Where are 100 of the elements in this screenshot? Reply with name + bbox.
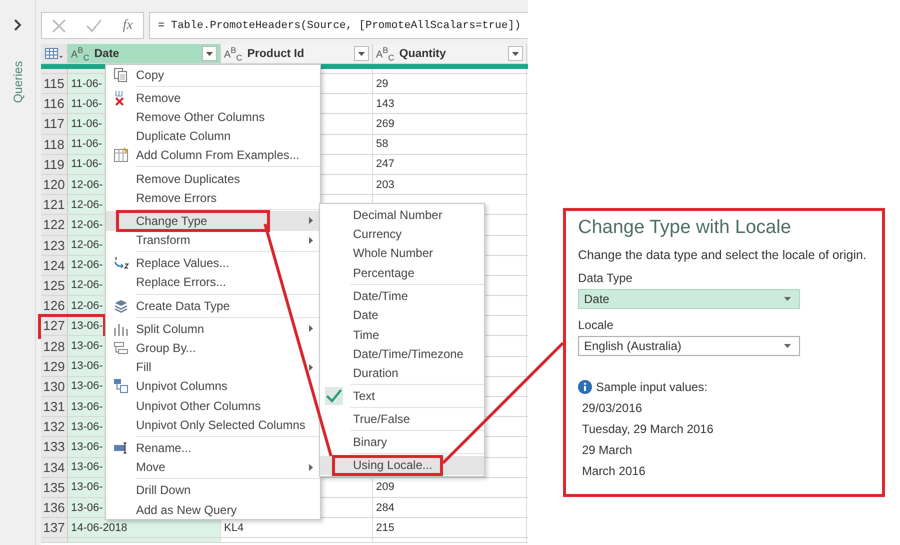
group-icon bbox=[113, 340, 129, 356]
caret-icon bbox=[784, 344, 791, 348]
dialog-description: Change the data type and select the locale of origin. bbox=[578, 248, 868, 262]
info-icon bbox=[578, 380, 592, 394]
caret-icon bbox=[206, 52, 213, 56]
menu-item[interactable]: Copy bbox=[106, 65, 320, 84]
sample-value: March 2016 bbox=[581, 464, 646, 478]
filter-button[interactable] bbox=[202, 46, 217, 61]
table-cell: 11-06- bbox=[71, 138, 102, 150]
menu-item[interactable]: True/False bbox=[320, 410, 484, 430]
function-button[interactable]: fx bbox=[122, 18, 133, 34]
sample-value: Tuesday, 29 March 2016 bbox=[581, 422, 714, 436]
menu-item[interactable]: Remove Duplicates bbox=[106, 168, 320, 188]
table-cell: 12-06- bbox=[71, 300, 103, 312]
menu-item[interactable]: Split Column bbox=[106, 319, 320, 338]
menu-item[interactable]: Percentage bbox=[320, 263, 484, 283]
row-number: 137 bbox=[41, 518, 68, 538]
menu-item[interactable]: Duplicate Column bbox=[106, 126, 320, 146]
table-cell: 209 bbox=[376, 481, 394, 494]
menu-item[interactable]: Currency bbox=[320, 224, 484, 244]
menu-item[interactable]: Remove bbox=[106, 88, 320, 108]
menu-item[interactable]: Using Locale... bbox=[320, 456, 484, 476]
table-cell: 12-06- bbox=[71, 198, 103, 211]
column-header[interactable]: A$^{B}$$_{C}$ Quantity bbox=[373, 44, 527, 63]
table-cell: 13-06- bbox=[71, 440, 103, 453]
table-cell: 12-06- bbox=[71, 239, 103, 252]
table-cell: 12-06- bbox=[71, 218, 103, 231]
menu-item[interactable]: Duration bbox=[320, 364, 484, 384]
formula-field[interactable]: = Table.PromoteHeaders(Source, [PromoteAllScalars=true]) bbox=[149, 12, 528, 39]
table-cell: 11-06- bbox=[71, 98, 102, 110]
menu-item[interactable]: Rename... bbox=[106, 438, 320, 458]
menu-item[interactable]: Decimal Number bbox=[320, 205, 484, 224]
menu-item[interactable]: Group By... bbox=[106, 338, 320, 358]
table-cell: 215 bbox=[376, 522, 394, 534]
row-number: 119 bbox=[41, 154, 68, 174]
row-number: 134 bbox=[41, 458, 68, 477]
menu-item[interactable]: Transform bbox=[106, 230, 320, 250]
caret-icon bbox=[358, 52, 365, 56]
field-label: Data Type bbox=[578, 271, 634, 285]
menu-item[interactable]: Remove Other Columns bbox=[106, 107, 320, 127]
table-cell: 58 bbox=[376, 138, 388, 150]
menu-item[interactable]: Time bbox=[320, 324, 484, 344]
table-cell: 269 bbox=[376, 118, 394, 130]
menu-item[interactable]: Add as New Query bbox=[106, 500, 320, 520]
menu-item[interactable]: Drill Down bbox=[106, 480, 320, 500]
column-header[interactable]: A$^{B}$$_{C}$ Date bbox=[68, 44, 221, 63]
menu-item[interactable]: Remove Errors bbox=[106, 188, 320, 208]
table-cell: 143 bbox=[376, 98, 394, 110]
table-menu-button[interactable] bbox=[41, 44, 68, 63]
dropdown-field[interactable]: Date bbox=[578, 289, 800, 309]
row-number: 131 bbox=[41, 397, 68, 416]
row-number: 115 bbox=[41, 74, 68, 94]
copy-icon bbox=[113, 66, 129, 82]
table-cell: 13-06- bbox=[71, 481, 103, 494]
menu-item[interactable]: Fill bbox=[106, 358, 320, 377]
menu-item[interactable]: Unpivot Columns bbox=[106, 376, 320, 396]
row-number: 132 bbox=[41, 417, 68, 436]
addcol-icon bbox=[113, 147, 129, 164]
menu-item[interactable]: Change Type bbox=[106, 211, 320, 230]
menu-item[interactable]: Create Data Type bbox=[106, 296, 320, 316]
table-cell: KL4 bbox=[224, 522, 244, 534]
table-icon bbox=[45, 48, 63, 60]
sample-value: 29 March bbox=[581, 443, 634, 457]
table-cell: 11-06- bbox=[71, 78, 102, 90]
table-cell: 12-06- bbox=[71, 178, 103, 191]
table-cell: 12-06- bbox=[71, 259, 103, 272]
row-number: 123 bbox=[41, 236, 68, 255]
menu-item[interactable]: Whole Number bbox=[320, 244, 484, 264]
table-cell: 29 bbox=[376, 78, 388, 90]
menu-item[interactable]: Move bbox=[106, 458, 320, 477]
row-number: 128 bbox=[41, 336, 68, 356]
dropdown-field[interactable]: English (Australia) bbox=[578, 336, 800, 356]
column-header[interactable]: A$^{B}$$_{C}$ Product Id bbox=[221, 44, 373, 63]
menu-item[interactable]: Replace Values... bbox=[106, 254, 320, 273]
row-number: 121 bbox=[41, 195, 68, 214]
expand-icon[interactable] bbox=[12, 19, 22, 31]
field-label: Locale bbox=[578, 318, 614, 332]
menu-item[interactable]: Date/Time bbox=[320, 286, 484, 306]
rename-icon bbox=[113, 440, 129, 456]
menu-item[interactable]: Replace Errors... bbox=[106, 272, 320, 292]
menu-item[interactable]: Text bbox=[320, 386, 484, 406]
queries-pane-label[interactable]: Queries bbox=[10, 61, 24, 104]
row-number: 116 bbox=[41, 94, 68, 114]
filter-button[interactable] bbox=[508, 46, 523, 61]
sample-value: 29/03/2016 bbox=[581, 401, 644, 415]
menu-item[interactable]: Add Column From Examples... bbox=[106, 146, 320, 165]
menu-item[interactable]: Binary bbox=[320, 432, 484, 452]
row-number: 130 bbox=[41, 376, 68, 396]
row-number: 122 bbox=[41, 215, 68, 234]
menu-item[interactable]: Date bbox=[320, 306, 484, 325]
menu-item[interactable]: Date/Time/Timezone bbox=[320, 344, 484, 364]
filter-button[interactable] bbox=[354, 46, 369, 61]
table-cell: 12-06- bbox=[71, 279, 103, 292]
menu-item[interactable]: Unpivot Other Columns bbox=[106, 396, 320, 416]
row-number: 129 bbox=[41, 356, 68, 376]
row-number: 126 bbox=[41, 296, 68, 316]
menu-item[interactable]: Unpivot Only Selected Columns bbox=[106, 415, 320, 434]
row-number: 124 bbox=[41, 256, 68, 275]
table-cell: 13-06- bbox=[71, 502, 103, 514]
check-icon[interactable] bbox=[86, 18, 102, 32]
